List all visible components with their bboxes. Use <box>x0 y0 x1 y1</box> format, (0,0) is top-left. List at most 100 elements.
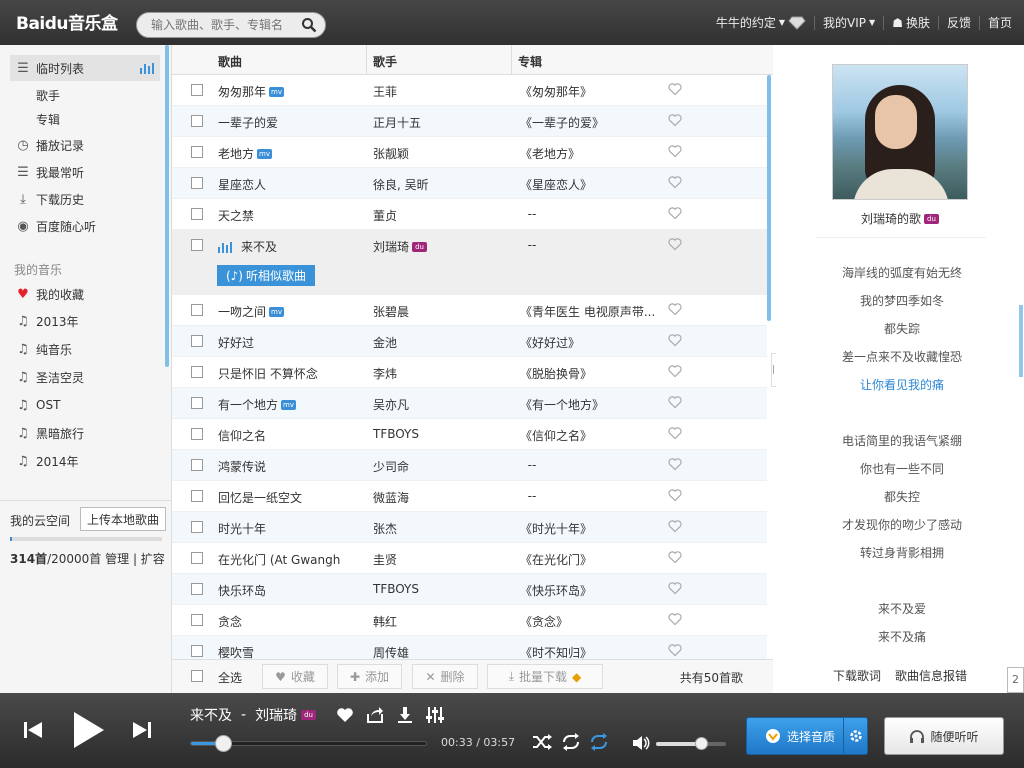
mv-badge-icon[interactable]: mv <box>257 148 273 159</box>
mv-badge-icon[interactable]: mv <box>269 306 285 317</box>
row-checkbox[interactable] <box>191 304 203 316</box>
select-all-label[interactable]: 全选 <box>218 669 242 686</box>
song-artist[interactable]: 张靓颖 <box>373 145 409 162</box>
sidebar-item-favorites[interactable]: ♥ 我的收藏 <box>10 281 160 307</box>
song-album[interactable]: 《青年医生 电视原声带... <box>520 303 660 320</box>
heart-outline-icon[interactable] <box>668 82 682 96</box>
song-title[interactable]: 来不及 <box>218 238 277 255</box>
heart-outline-icon[interactable] <box>668 237 682 251</box>
heart-outline-icon[interactable] <box>668 302 682 316</box>
table-row[interactable]: 好好过 金池 《好好过》 <box>172 326 767 357</box>
volume-slider[interactable] <box>656 737 726 750</box>
song-title[interactable]: 只是怀旧 不算怀念 <box>218 365 318 382</box>
song-title[interactable]: 信仰之名 <box>218 427 266 444</box>
table-row[interactable]: 鸿蒙传说 少司命 -- <box>172 450 767 481</box>
heart-outline-icon[interactable] <box>668 488 682 502</box>
table-row[interactable]: 贪念 韩红 《贪念》 <box>172 605 767 636</box>
cloud-space-label[interactable]: 我的云空间 <box>10 512 70 529</box>
song-album[interactable]: 《时光十年》 <box>520 520 660 537</box>
row-checkbox[interactable] <box>191 552 203 564</box>
lyrics-scrollbar[interactable] <box>1019 305 1023 377</box>
previous-icon[interactable] <box>22 719 44 741</box>
search-input[interactable] <box>137 14 297 36</box>
row-checkbox[interactable] <box>191 208 203 220</box>
song-title[interactable]: 时光十年 <box>218 520 266 537</box>
song-artist[interactable]: TFBOYS <box>373 427 419 441</box>
feedback-button[interactable]: 反馈 <box>939 14 979 31</box>
table-row[interactable]: 在光化门 (At Gwangh 圭贤 《在光化门》 <box>172 543 767 574</box>
baidu-music-logo[interactable]: Baidu音乐盒 <box>16 9 118 34</box>
table-row[interactable]: 时光十年 张杰 《时光十年》 <box>172 512 767 543</box>
report-error-link[interactable]: 歌曲信息报错 <box>895 667 967 684</box>
song-title[interactable]: 星座恋人 <box>218 176 266 193</box>
next-icon[interactable] <box>131 719 153 741</box>
song-album[interactable]: 《快乐环岛》 <box>520 582 660 599</box>
song-album[interactable]: -- <box>520 207 660 221</box>
song-artist[interactable]: 韩红 <box>373 613 397 630</box>
sidebar-item-playlist[interactable]: ♫ 2014年 <box>10 448 160 474</box>
sidebar-item-playlist[interactable]: ♫ OST <box>10 392 160 418</box>
artist-songs-link[interactable]: 刘瑞琦的歌 du <box>776 210 1024 227</box>
sidebar-item-playlist[interactable]: ♫ 2013年 <box>10 308 160 334</box>
song-artist[interactable]: 吴亦凡 <box>373 396 409 413</box>
song-album[interactable]: 《有一个地方》 <box>520 396 660 413</box>
song-title[interactable]: 贪念 <box>218 613 242 630</box>
row-checkbox[interactable] <box>191 177 203 189</box>
heart-outline-icon[interactable] <box>668 175 682 189</box>
song-title[interactable]: 好好过 <box>218 334 254 351</box>
gear-icon[interactable] <box>843 718 867 754</box>
now-playing-song[interactable]: 来不及 <box>190 705 232 725</box>
mv-badge-icon[interactable]: mv <box>281 399 297 410</box>
row-checkbox[interactable] <box>191 115 203 127</box>
song-artist[interactable]: TFBOYS <box>373 582 419 596</box>
song-album[interactable]: -- <box>520 458 660 472</box>
song-title[interactable]: 在光化门 (At Gwangh <box>218 551 340 568</box>
song-title[interactable]: 快乐环岛 <box>218 582 266 599</box>
select-quality-button[interactable]: 选择音质 <box>746 717 868 755</box>
sidebar-scrollbar[interactable] <box>165 45 169 367</box>
volume-icon[interactable] <box>632 735 650 751</box>
row-checkbox[interactable] <box>191 146 203 158</box>
row-checkbox[interactable] <box>191 84 203 96</box>
song-title[interactable]: 一吻之间 mv <box>218 303 285 320</box>
heart-outline-icon[interactable] <box>668 144 682 158</box>
song-artist[interactable]: 董贞 <box>373 207 397 224</box>
sidebar-item-baidu-radio[interactable]: ◉ 百度随心听 <box>10 213 160 239</box>
side-tab[interactable]: 2 <box>1007 667 1024 693</box>
row-checkbox[interactable] <box>191 335 203 347</box>
mv-badge-icon[interactable]: mv <box>269 86 285 97</box>
now-playing-artist[interactable]: 刘瑞琦 <box>255 705 297 725</box>
equalizer-icon[interactable] <box>426 706 444 724</box>
song-title[interactable]: 天之禁 <box>218 207 254 224</box>
download-lyrics-link[interactable]: 下载歌词 <box>833 667 881 684</box>
progress-knob[interactable] <box>214 735 232 752</box>
song-artist[interactable]: 圭贤 <box>373 551 397 568</box>
table-row[interactable]: 一吻之间 mv 张碧晨 《青年医生 电视原声带... <box>172 295 767 326</box>
vip-menu[interactable]: 我的VIP ▼ <box>815 14 883 31</box>
song-album[interactable]: 《贪念》 <box>520 613 660 630</box>
heart-outline-icon[interactable] <box>668 612 682 626</box>
shuffle-icon[interactable] <box>532 733 552 751</box>
artist-cover-image[interactable] <box>832 64 968 200</box>
heart-outline-icon[interactable] <box>668 581 682 595</box>
song-artist[interactable]: 正月十五 <box>373 114 421 131</box>
sidebar-item-play-history[interactable]: ◷ 播放记录 <box>10 132 160 158</box>
play-icon[interactable] <box>70 710 106 750</box>
song-album[interactable]: 《老地方》 <box>520 145 660 162</box>
song-artist[interactable]: 李炜 <box>373 365 397 382</box>
song-title[interactable]: 回忆是一纸空文 <box>218 489 302 506</box>
share-icon[interactable] <box>366 706 384 724</box>
similar-songs-button[interactable]: (♪) 听相似歌曲 <box>217 265 315 286</box>
random-listen-button[interactable]: 随便听听 <box>884 717 1004 755</box>
sidebar-item-temp-list[interactable]: ☰ 临时列表 <box>10 55 160 81</box>
heart-outline-icon[interactable] <box>668 426 682 440</box>
heart-outline-icon[interactable] <box>668 113 682 127</box>
row-checkbox[interactable] <box>191 583 203 595</box>
volume-knob[interactable] <box>694 737 708 750</box>
song-artist[interactable]: 金池 <box>373 334 397 351</box>
song-artist[interactable]: 王菲 <box>373 83 397 100</box>
song-album[interactable]: 《信仰之名》 <box>520 427 660 444</box>
row-checkbox[interactable] <box>191 239 203 251</box>
download-icon[interactable] <box>396 706 414 724</box>
song-album[interactable]: 《星座恋人》 <box>520 176 660 193</box>
